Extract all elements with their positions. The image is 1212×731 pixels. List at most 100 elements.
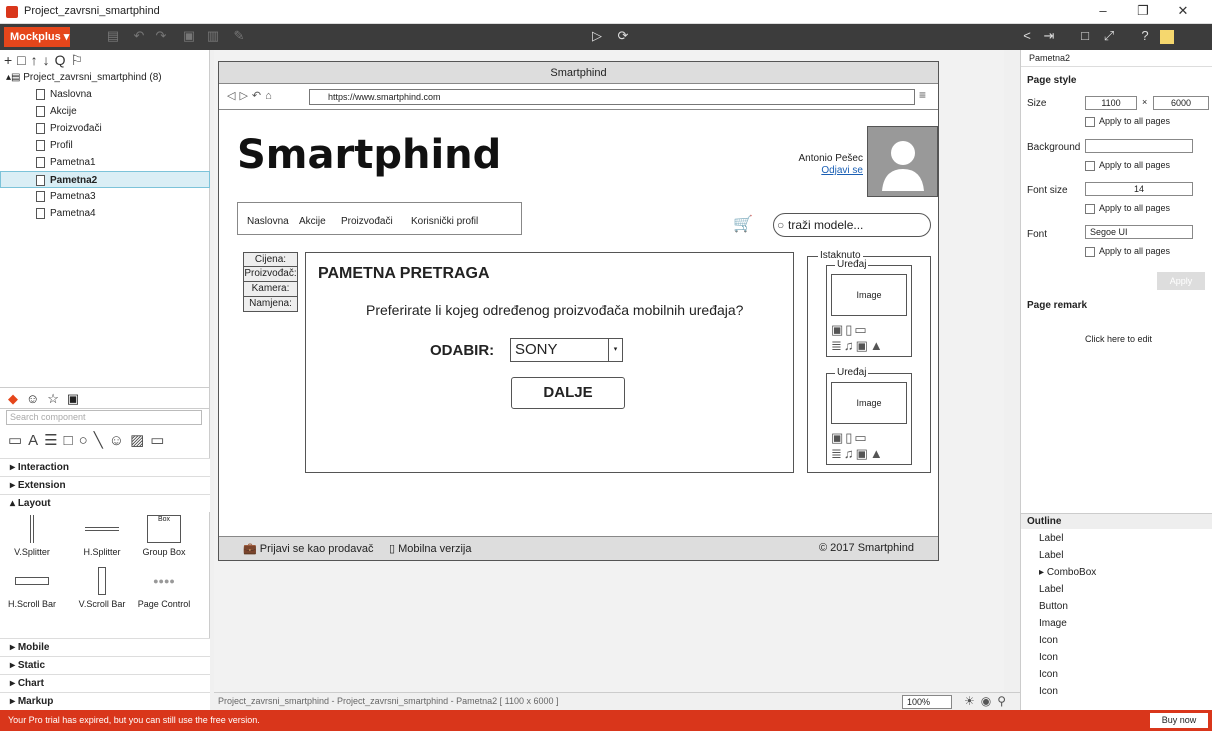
project-root[interactable]: ▴▤ Project_zavrsni_smartphind (8): [0, 69, 210, 86]
mock-logout-link: Odjavi se: [821, 165, 863, 176]
featured-box: Istaknuto Uređaj Image ▣▯▭ ≣♫▣▲ Uređaj Im…: [807, 250, 931, 473]
align-icon[interactable]: ▣: [180, 28, 198, 44]
mock-browser-title: Smartphind: [219, 62, 938, 84]
nav-label: Naslovna: [247, 216, 289, 227]
comp-h-splitter[interactable]: H.Splitter: [72, 515, 132, 557]
background-picker[interactable]: [1085, 139, 1193, 153]
tree-page-pametna3[interactable]: Pametna3: [0, 188, 210, 205]
mock-address-bar: ◁▷↶⌂ https://www.smartphind.com ≡: [219, 84, 938, 110]
tree-page-pametna4[interactable]: Pametna4: [0, 205, 210, 222]
page-icon: [36, 156, 45, 168]
tree-page-proizvodaci[interactable]: Proizvođači: [0, 120, 210, 137]
checkbox-label: Apply to all pages: [1099, 116, 1171, 126]
category-label: Interaction: [17, 462, 69, 473]
export-icon[interactable]: ⇥: [1040, 28, 1058, 44]
font-select[interactable]: Segoe UI: [1085, 225, 1193, 239]
page-label: Akcije: [50, 106, 77, 117]
apply-button[interactable]: Apply: [1157, 272, 1205, 290]
fullscreen-icon[interactable]: ⤢: [1100, 28, 1118, 44]
comp-h-scrollbar[interactable]: H.Scroll Bar: [2, 567, 62, 609]
buy-now-button[interactable]: Buy now: [1150, 713, 1208, 728]
category-static[interactable]: ▸ Static: [0, 656, 210, 674]
mockup-page[interactable]: Smartphind ◁▷↶⌂ https://www.smartphind.c…: [218, 61, 939, 561]
category-layout[interactable]: ▴ Layout: [0, 494, 210, 512]
outline-item[interactable]: Label: [1039, 584, 1063, 595]
checkbox[interactable]: [1085, 160, 1095, 171]
comp-group-box[interactable]: Box Group Box: [134, 515, 194, 557]
tree-page-profil[interactable]: Profil: [0, 137, 210, 154]
note-icon[interactable]: [1160, 30, 1174, 44]
zoom-select[interactable]: 100%: [902, 695, 952, 709]
restore-button[interactable]: ❐: [1128, 3, 1158, 21]
save-icon[interactable]: ▤: [104, 28, 122, 44]
minimize-button[interactable]: –: [1088, 3, 1118, 21]
outline-item[interactable]: Icon: [1039, 686, 1058, 697]
apply-all-size[interactable]: Apply to all pages: [1085, 116, 1170, 127]
checkbox[interactable]: [1085, 246, 1095, 257]
view-icons[interactable]: ☀◉⚲: [964, 694, 1012, 708]
page-label: Naslovna: [50, 89, 92, 100]
basic-components-row[interactable]: ▭A☰□○╲☺▨▭: [8, 431, 170, 449]
comp-page-control[interactable]: ●●●● Page Control: [134, 567, 194, 609]
component-tabs[interactable]: ◆☺☆▣: [0, 387, 209, 409]
distribute-icon[interactable]: ▥: [204, 28, 222, 44]
window-icon[interactable]: □: [1076, 28, 1094, 43]
checkbox[interactable]: [1085, 116, 1095, 127]
background-label: Background: [1027, 142, 1081, 153]
category-mobile[interactable]: ▸ Mobile: [0, 638, 210, 656]
page-label: Pametna4: [50, 208, 96, 219]
page-remark-editor[interactable]: Click here to edit: [1085, 334, 1152, 344]
category-markup[interactable]: ▸ Markup: [0, 692, 210, 710]
sync-icon[interactable]: ⟳: [614, 28, 632, 44]
component-tab-icon[interactable]: ◆: [8, 391, 26, 406]
apply-all-font[interactable]: Apply to all pages: [1085, 246, 1170, 257]
outline-item[interactable]: Icon: [1039, 652, 1058, 663]
outline-item[interactable]: ▸ ComboBox: [1039, 567, 1096, 578]
share-icon[interactable]: <: [1018, 28, 1036, 43]
outline-item[interactable]: Image: [1039, 618, 1067, 629]
comp-label: V.Splitter: [14, 547, 50, 557]
category-chart[interactable]: ▸ Chart: [0, 674, 210, 692]
outline-item[interactable]: Label: [1039, 550, 1063, 561]
page-tools[interactable]: +□↑↓Q⚐: [4, 52, 88, 69]
outline-item[interactable]: Icon: [1039, 669, 1058, 680]
page-label: Pametna3: [50, 191, 96, 202]
page-icon: [36, 174, 45, 186]
font-size-input[interactable]: 14: [1085, 182, 1193, 196]
tree-page-pametna1[interactable]: Pametna1: [0, 154, 210, 171]
search-component-input[interactable]: Search component: [6, 410, 202, 425]
category-extension[interactable]: ▸ Extension: [0, 476, 210, 494]
tree-page-naslovna[interactable]: Naslovna: [0, 86, 210, 103]
expand-icon[interactable]: ▸: [1039, 567, 1047, 578]
outline-item[interactable]: Icon: [1039, 635, 1058, 646]
mobile-label: Mobilna verzija: [398, 543, 472, 555]
format-painter-icon[interactable]: ✎: [230, 28, 248, 44]
category-interaction[interactable]: ▸ Interaction: [0, 458, 210, 476]
close-button[interactable]: ✕: [1168, 3, 1198, 21]
featured-device-card: Uređaj Image ▣▯▭ ≣♫▣▲: [826, 259, 912, 357]
redo-icon[interactable]: ↷: [152, 28, 170, 44]
manufacturer-combobox: SONY ▾: [510, 338, 623, 362]
checkbox[interactable]: [1085, 203, 1095, 214]
outline-item[interactable]: Label: [1039, 533, 1063, 544]
canvas-path: Project_zavrsni_smartphind - Project_zav…: [218, 696, 559, 706]
nav-label: Proizvođači: [341, 216, 393, 227]
help-icon[interactable]: ?: [1136, 28, 1154, 43]
comp-v-scrollbar[interactable]: V.Scroll Bar: [72, 567, 132, 609]
mockplus-menu-button[interactable]: Mockplus ▾: [4, 27, 70, 47]
outline-item[interactable]: Button: [1039, 601, 1068, 612]
smart-search-panel: PAMETNA PRETRAGA Preferirate li kojeg od…: [305, 252, 794, 473]
comp-v-splitter[interactable]: V.Splitter: [2, 515, 62, 557]
height-input[interactable]: 6000: [1153, 96, 1209, 110]
apply-all-fontsize[interactable]: Apply to all pages: [1085, 203, 1170, 214]
copyright-icon: ©: [819, 542, 831, 554]
preview-icon[interactable]: ▷: [588, 28, 606, 44]
width-input[interactable]: 1100: [1085, 96, 1137, 110]
apply-all-background[interactable]: Apply to all pages: [1085, 160, 1170, 171]
mock-search-field: ○ traži modele...: [773, 213, 931, 237]
undo-icon[interactable]: ↶: [130, 28, 148, 44]
trial-message: Your Pro trial has expired, but you can …: [8, 715, 260, 725]
tree-page-akcije[interactable]: Akcije: [0, 103, 210, 120]
tree-page-pametna2[interactable]: Pametna2: [0, 171, 210, 188]
project-root-label: Project_zavrsni_smartphind (8): [23, 72, 162, 83]
